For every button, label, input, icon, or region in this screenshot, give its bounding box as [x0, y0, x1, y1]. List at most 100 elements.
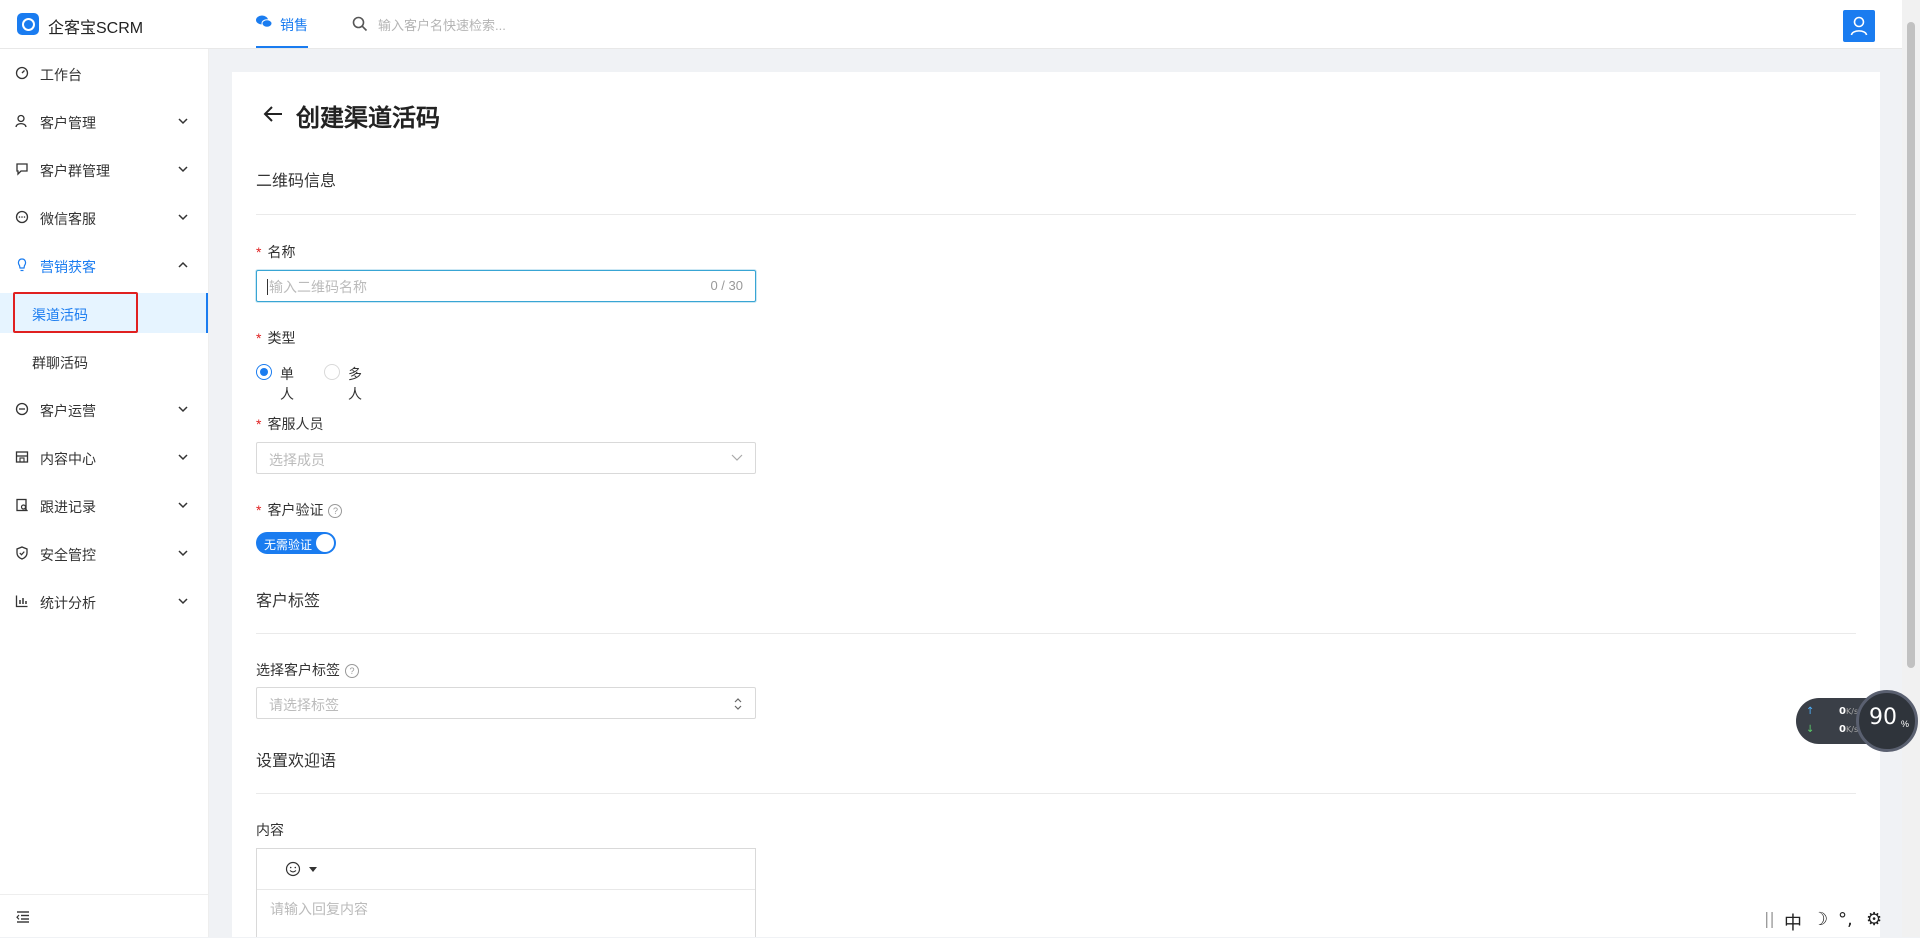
- chevron-down-icon: [178, 118, 188, 125]
- punctuation-icon[interactable]: °,: [1838, 909, 1853, 930]
- divider: [256, 214, 1856, 215]
- bulb-icon: [17, 258, 27, 272]
- memory-percent: 90: [1869, 705, 1897, 730]
- welcome-content-input[interactable]: [268, 897, 742, 937]
- sidebar-item-wechat-service[interactable]: 微信客服: [0, 199, 208, 235]
- app-title: 企客宝SCRM: [48, 20, 144, 37]
- sidebar-item-label: 微信客服: [40, 211, 96, 227]
- memory-gauge[interactable]: 90 %: [1856, 690, 1918, 752]
- scrollbar-thumb[interactable]: [1907, 22, 1915, 668]
- section-title-welcome: 设置欢迎语: [256, 753, 337, 770]
- radio-multiple[interactable]: [324, 364, 340, 380]
- gear-icon[interactable]: ⚙: [1866, 909, 1882, 930]
- section-title-qr: 二维码信息: [256, 173, 337, 190]
- sidebar-item-marketing[interactable]: 营销获客: [0, 247, 208, 283]
- sidebar-item-followup[interactable]: 跟进记录: [0, 487, 208, 523]
- memory-percent-sign: %: [1901, 719, 1910, 729]
- sidebar-item-customers[interactable]: 客户管理: [0, 103, 208, 139]
- type-label: * 类型: [256, 328, 295, 348]
- up-down-arrow-icon: [734, 698, 742, 710]
- sidebar-sub-item-label: 群聊活码: [32, 355, 88, 371]
- emoji-icon[interactable]: [285, 861, 301, 877]
- tags-select-placeholder: 请选择标签: [269, 697, 339, 713]
- tab-sales-label: 销售: [280, 17, 308, 33]
- tags-label: 选择客户标签?: [256, 660, 359, 680]
- radio-single[interactable]: [256, 364, 272, 380]
- shield-icon: [16, 546, 28, 560]
- name-field[interactable]: 0 / 30: [256, 270, 756, 302]
- name-label: * 名称: [256, 242, 295, 262]
- page-title: 创建渠道活码: [296, 105, 440, 132]
- chevron-down-icon: [178, 550, 188, 557]
- help-icon[interactable]: ?: [328, 504, 343, 518]
- name-char-counter: 0 / 30: [710, 278, 743, 293]
- operation-icon: [15, 402, 29, 416]
- moon-icon[interactable]: ☽: [1812, 909, 1828, 930]
- sidebar-sub-item-group-qr[interactable]: 群聊活码: [0, 341, 208, 381]
- sidebar-item-workbench[interactable]: 工作台: [0, 55, 208, 91]
- user-icon: [1850, 16, 1868, 36]
- verify-toggle-label: 无需验证: [264, 538, 313, 552]
- tags-select[interactable]: 请选择标签: [256, 687, 756, 719]
- radio-single-label[interactable]: 单人: [280, 364, 294, 404]
- sidebar-item-groups[interactable]: 客户群管理: [0, 151, 208, 187]
- tab-sales[interactable]: 销售: [256, 0, 308, 48]
- sidebar-item-label: 工作台: [40, 67, 82, 83]
- chart-icon: [15, 595, 28, 608]
- name-label-text: 名称: [267, 244, 296, 260]
- sidebar-item-label: 统计分析: [40, 595, 96, 611]
- page-scrollbar[interactable]: [1902, 0, 1920, 937]
- sidebar-item-operations[interactable]: 客户运营: [0, 391, 208, 427]
- staff-select-placeholder: 选择成员: [269, 452, 325, 468]
- upload-speed: ↑ 0K/s: [1806, 706, 1858, 717]
- welcome-editor: [256, 848, 756, 937]
- chevron-down-icon: [178, 166, 188, 173]
- collapse-menu-icon[interactable]: [16, 911, 30, 923]
- required-mark: *: [256, 244, 262, 260]
- sidebar-item-label: 营销获客: [40, 259, 96, 275]
- section-title-tags: 客户标签: [256, 593, 321, 610]
- logo-icon: [17, 13, 39, 35]
- chevron-down-icon: [731, 454, 743, 461]
- chevron-down-icon: [178, 454, 188, 461]
- message-icon: [15, 210, 29, 224]
- chevron-down-icon: [178, 406, 188, 413]
- content-label: 内容: [256, 822, 284, 838]
- staff-select[interactable]: 选择成员: [256, 442, 756, 474]
- ime-mode-chinese[interactable]: 中: [1784, 909, 1802, 935]
- sidebar: 工作台 客户管理 客户群管理 微信客服 营销获客 渠道活码 群聊活码 客户运营 …: [0, 49, 209, 937]
- dashboard-icon: [15, 66, 29, 80]
- back-arrow-icon[interactable]: [262, 103, 284, 125]
- sidebar-sub-item-channel-qr[interactable]: 渠道活码: [0, 293, 208, 333]
- required-mark: *: [256, 416, 262, 432]
- top-bar: 企客宝SCRM 销售: [0, 0, 1902, 49]
- sidebar-item-content[interactable]: 内容中心: [0, 439, 208, 475]
- name-input[interactable]: [267, 277, 671, 297]
- sidebar-item-analytics[interactable]: 统计分析: [0, 583, 208, 619]
- user-avatar-button[interactable]: [1843, 10, 1875, 42]
- sidebar-item-security[interactable]: 安全管控: [0, 535, 208, 571]
- editor-toolbar: [257, 849, 755, 890]
- chevron-down-icon: [178, 214, 188, 221]
- chevron-up-icon: [178, 261, 188, 268]
- sidebar-item-label: 跟进记录: [40, 499, 96, 515]
- help-icon[interactable]: ?: [345, 664, 359, 678]
- tags-label-text: 选择客户标签: [256, 662, 340, 678]
- radio-multiple-label[interactable]: 多人: [348, 364, 362, 404]
- search-input[interactable]: [376, 12, 680, 38]
- download-speed: ↓ 0K/s: [1806, 724, 1858, 735]
- user-icon: [15, 114, 27, 128]
- caret-down-icon[interactable]: [309, 867, 317, 872]
- chevron-down-icon: [178, 598, 188, 605]
- ime-toolbar: || 中 ☽ °, ⚙: [1762, 905, 1902, 935]
- verify-toggle[interactable]: 无需验证: [256, 532, 336, 554]
- verify-label-text: 客户验证: [267, 502, 324, 518]
- toggle-knob: [316, 534, 334, 552]
- staff-label: * 客服人员: [256, 414, 323, 434]
- sidebar-item-label: 客户运营: [40, 403, 96, 419]
- shop-icon: [15, 451, 29, 463]
- sidebar-item-label: 客户群管理: [40, 163, 110, 179]
- chevron-down-icon: [178, 502, 188, 509]
- ime-drag-handle[interactable]: ||: [1764, 909, 1775, 928]
- record-icon: [16, 498, 28, 512]
